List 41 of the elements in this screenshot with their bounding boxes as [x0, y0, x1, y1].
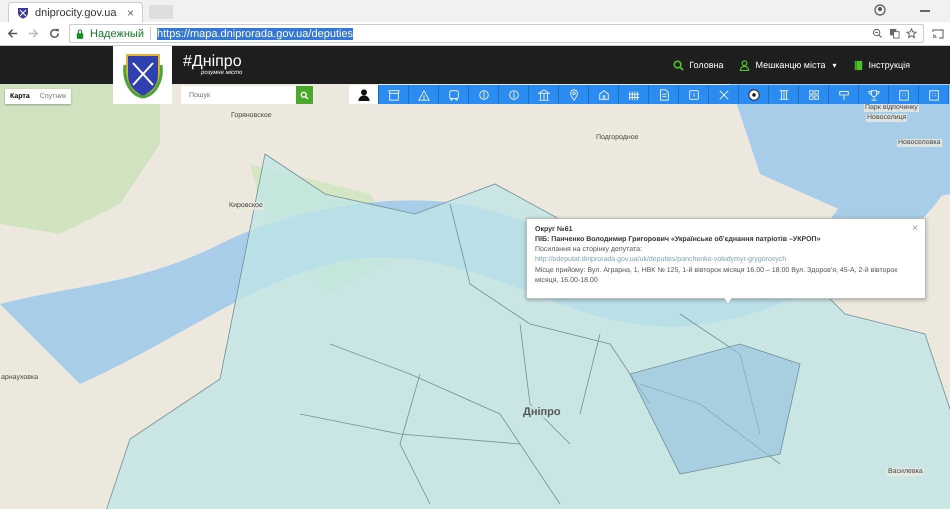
site-brand: #Дніпро: [183, 54, 242, 70]
category-button[interactable]: [349, 85, 379, 104]
person-icon: [358, 88, 370, 100]
reload-icon[interactable]: [48, 27, 61, 40]
sign-icon: [838, 88, 850, 100]
coat-of-arms-logo[interactable]: [113, 46, 172, 104]
tab-close-button[interactable]: ×: [126, 6, 134, 20]
trophy-icon: [868, 88, 880, 100]
search-icon: [300, 90, 309, 100]
place-label: Дніпро: [522, 406, 562, 418]
category-button[interactable]: [739, 85, 769, 104]
account-icon[interactable]: [874, 4, 886, 16]
grid-icon: [808, 88, 820, 100]
house-icon: [598, 88, 610, 100]
search-icon: [673, 60, 684, 70]
fence-icon: [628, 88, 640, 100]
translate-icon[interactable]: [889, 28, 900, 39]
star-icon[interactable]: [906, 28, 917, 39]
lock-icon: [76, 28, 84, 38]
bus-icon: [448, 88, 460, 100]
search-button[interactable]: [296, 86, 313, 104]
cast-icon[interactable]: [932, 28, 944, 40]
book-icon: [852, 60, 864, 70]
columns-icon: [778, 88, 790, 100]
building-icon: [898, 88, 910, 100]
address-field[interactable]: Надежный https://mapa.dniprorada.gov.ua/deputies: [69, 24, 924, 43]
nav-link[interactable]: Головна: [673, 60, 724, 70]
shield-icon: [17, 6, 29, 18]
url-text: https://mapa.dniprorada.gov.ua/deputies: [156, 28, 354, 40]
nav-link[interactable]: Мешканцю міста ▾: [739, 60, 837, 70]
tab-title: dniprocity.gov.ua: [35, 6, 118, 18]
pin-icon: [568, 88, 580, 100]
building-icon: [928, 88, 940, 100]
zoom-out-icon[interactable]: [872, 28, 883, 39]
back-arrow-icon[interactable]: [6, 27, 19, 40]
browser-tab[interactable]: dniprocity.gov.ua ×: [8, 2, 143, 22]
person-icon: [739, 60, 750, 70]
document-icon: [658, 88, 670, 100]
security-label: Надежный: [90, 28, 144, 40]
nav-link[interactable]: Інструкція: [852, 60, 910, 70]
bank-icon: [538, 88, 550, 100]
